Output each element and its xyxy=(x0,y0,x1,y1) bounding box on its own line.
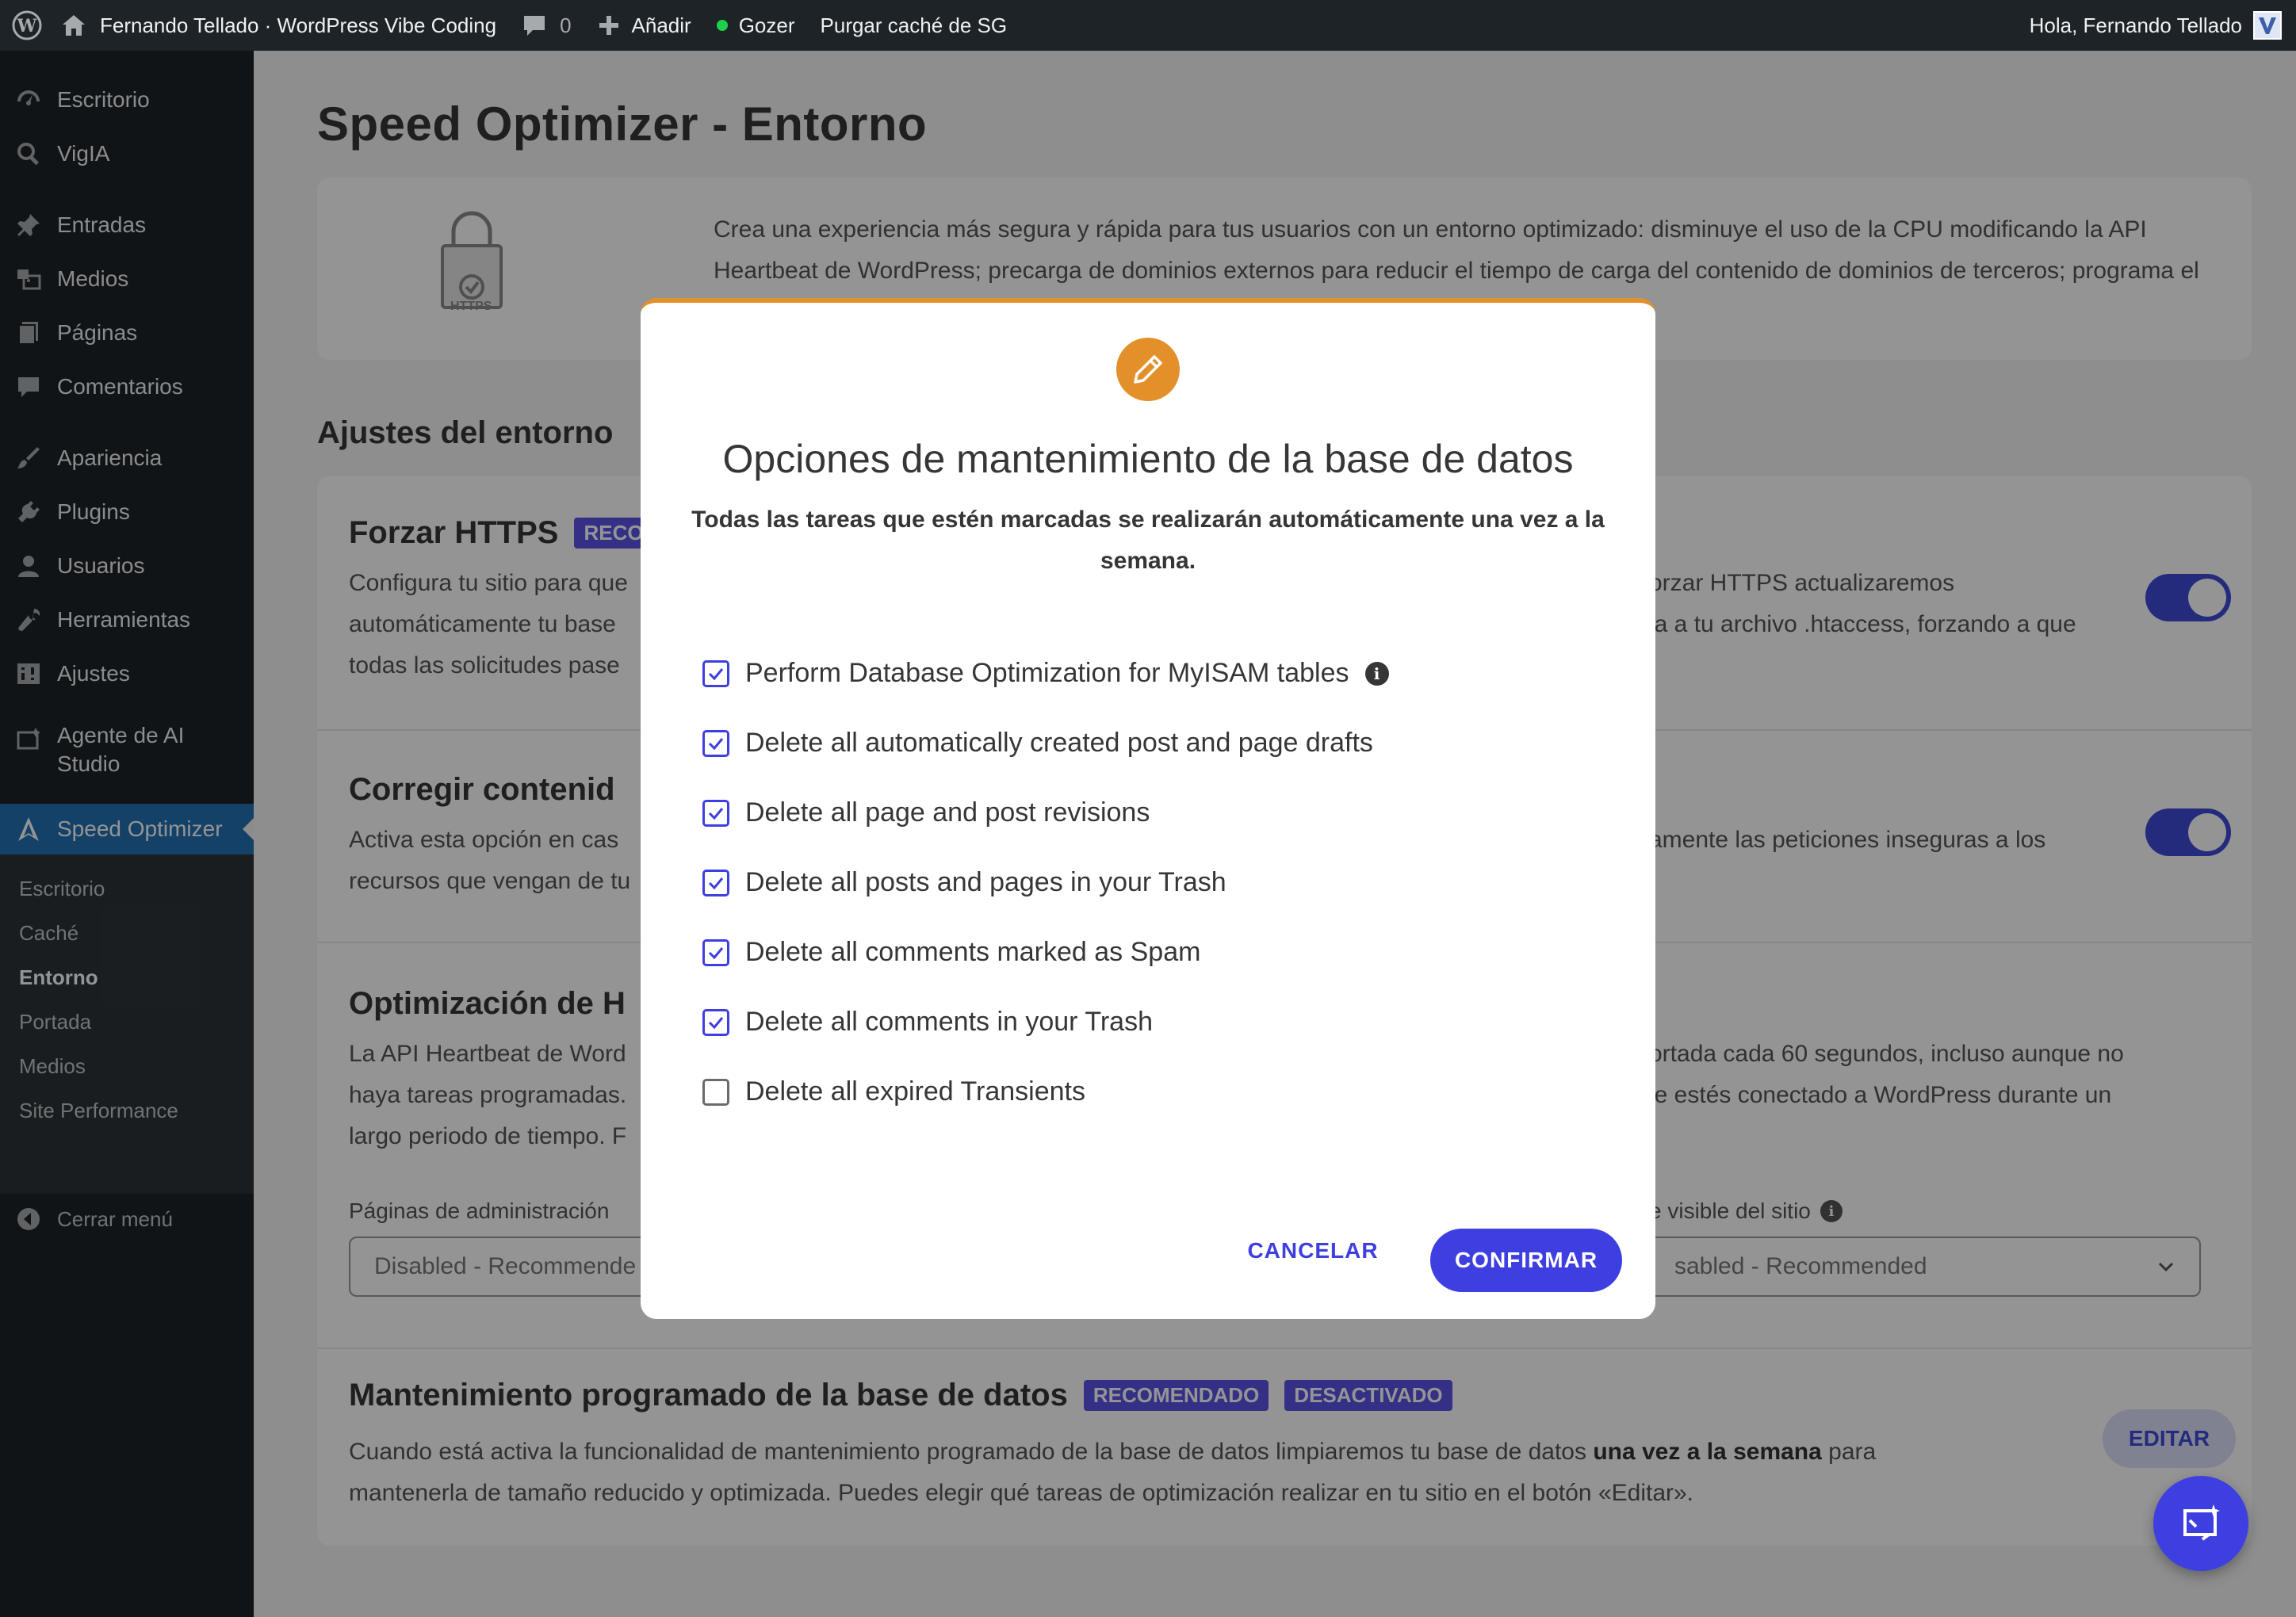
admin-bar: W Fernando Tellado · WordPress Vibe Codi… xyxy=(0,0,2296,51)
checkmark-icon xyxy=(708,667,724,680)
purge-cache-link[interactable]: Purgar caché de SG xyxy=(808,0,1020,51)
greeting: Hola, Fernando Tellado xyxy=(2029,13,2242,37)
checkmark-icon xyxy=(708,877,724,889)
pencil-badge xyxy=(1116,338,1180,401)
option-revisions[interactable]: Delete all page and post revisions xyxy=(702,797,1150,828)
option-trash-posts-label: Delete all posts and pages in your Trash xyxy=(745,867,1226,897)
checkmark-icon xyxy=(708,737,724,750)
option-trash-comments-checkbox[interactable] xyxy=(702,1008,729,1036)
option-trash-posts[interactable]: Delete all posts and pages in your Trash xyxy=(702,867,1226,898)
account-menu[interactable]: Hola, Fernando Tellado xyxy=(2030,11,2296,40)
ai-assistant-fab[interactable] xyxy=(2153,1476,2248,1571)
option-revisions-checkbox[interactable] xyxy=(702,799,729,827)
option-spam-comments-checkbox[interactable] xyxy=(702,938,729,966)
myisam-info-icon[interactable]: i xyxy=(1364,661,1389,686)
status-dot-icon xyxy=(716,20,728,31)
avatar-logo-icon xyxy=(2259,17,2276,34)
cancel-button[interactable]: CANCELAR xyxy=(1234,1219,1392,1283)
purge-cache-label: Purgar caché de SG xyxy=(820,13,1008,37)
option-transients[interactable]: Delete all expired Transients xyxy=(702,1076,1085,1107)
modal-title: Opciones de mantenimiento de la base de … xyxy=(722,437,1574,481)
avatar xyxy=(2253,11,2282,40)
gozer-label: Gozer xyxy=(738,13,795,37)
option-drafts-checkbox[interactable] xyxy=(702,729,729,757)
checkmark-icon xyxy=(708,807,724,820)
svg-text:W: W xyxy=(17,16,37,36)
site-name: Fernando Tellado · WordPress Vibe Coding xyxy=(100,13,497,37)
modal-subtitle: Todas las tareas que estén marcadas se r… xyxy=(691,507,1605,574)
home-icon xyxy=(63,15,85,36)
gozer-link[interactable]: Gozer xyxy=(704,0,808,51)
option-transients-checkbox[interactable] xyxy=(702,1078,729,1106)
comments-count: 0 xyxy=(560,13,572,37)
option-trash-comments[interactable]: Delete all comments in your Trash xyxy=(702,1007,1153,1038)
plus-icon xyxy=(599,16,618,35)
confirm-button[interactable]: CONFIRMAR xyxy=(1430,1229,1622,1292)
db-maintenance-modal: Opciones de mantenimiento de la base de … xyxy=(641,298,1655,1319)
option-drafts-label: Delete all automatically created post an… xyxy=(745,728,1373,758)
checkmark-icon xyxy=(708,1016,724,1029)
wordpress-logo-button[interactable]: W xyxy=(0,0,55,51)
option-revisions-label: Delete all page and post revisions xyxy=(745,797,1150,828)
checkmark-icon xyxy=(708,946,724,959)
option-myisam-label: Perform Database Optimization for MyISAM… xyxy=(745,658,1349,688)
wordpress-logo-icon: W xyxy=(12,10,42,40)
option-drafts[interactable]: Delete all automatically created post an… xyxy=(702,728,1373,759)
option-myisam-checkbox[interactable] xyxy=(702,659,729,687)
comments-link[interactable]: 0 xyxy=(509,0,584,51)
comment-bubble-icon xyxy=(524,16,545,36)
add-new-label: Añadir xyxy=(631,13,691,37)
option-spam-comments-label: Delete all comments marked as Spam xyxy=(745,937,1201,967)
option-spam-comments[interactable]: Delete all comments marked as Spam xyxy=(702,937,1200,968)
pencil-icon xyxy=(1134,355,1162,384)
add-new-link[interactable]: Añadir xyxy=(584,0,704,51)
option-transients-label: Delete all expired Transients xyxy=(745,1076,1086,1107)
site-name-link[interactable]: Fernando Tellado · WordPress Vibe Coding xyxy=(55,0,509,51)
ai-sparkle-icon xyxy=(2183,1504,2220,1541)
option-trash-posts-checkbox[interactable] xyxy=(702,869,729,896)
option-trash-comments-label: Delete all comments in your Trash xyxy=(745,1007,1153,1037)
option-myisam[interactable]: Perform Database Optimization for MyISAM… xyxy=(702,658,1389,689)
